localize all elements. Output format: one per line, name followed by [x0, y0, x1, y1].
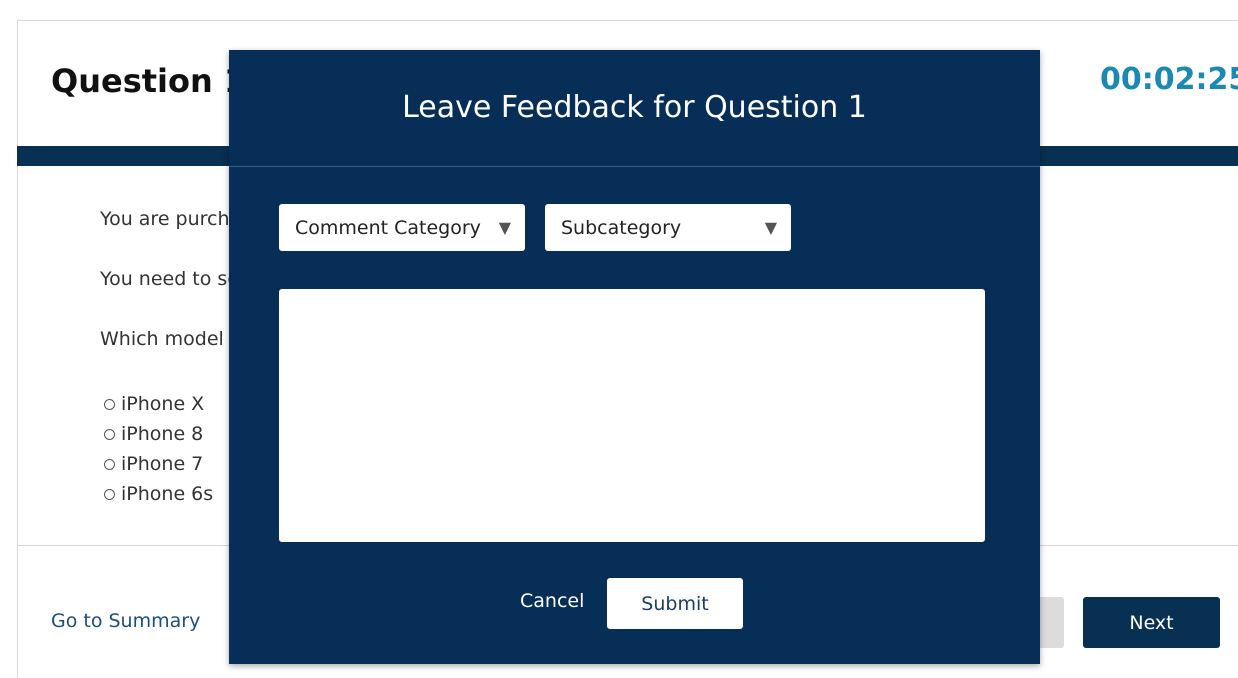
exam-page: Question 1 ng 00:02:25 You are purch You…	[0, 0, 1238, 678]
next-button[interactable]: Next	[1083, 597, 1220, 648]
submit-button[interactable]: Submit	[607, 578, 743, 629]
question-line-1: You are purch	[100, 208, 230, 230]
radio-unchecked-icon[interactable]	[104, 458, 115, 470]
modal-title: Leave Feedback for Question 1	[402, 90, 867, 125]
subcategory-value: Subcategory	[561, 216, 682, 239]
caret-down-icon: ▼	[498, 218, 511, 237]
subcategory-select[interactable]: Subcategory ▼	[545, 204, 791, 251]
question-title: Question 1	[51, 62, 247, 100]
option-label: iPhone X	[121, 393, 205, 415]
radio-unchecked-icon[interactable]	[104, 488, 115, 500]
comment-category-value: Comment Category	[295, 216, 481, 239]
modal-divider	[229, 166, 1040, 167]
answer-options: iPhone X iPhone 8 iPhone 7 iPhone 6s	[104, 389, 213, 509]
timer: 00:02:25	[1100, 62, 1238, 97]
option-iphone-8[interactable]: iPhone 8	[104, 419, 213, 449]
option-label: iPhone 6s	[121, 483, 214, 505]
option-iphone-7[interactable]: iPhone 7	[104, 449, 213, 479]
caret-down-icon: ▼	[764, 218, 777, 237]
option-label: iPhone 7	[121, 453, 204, 475]
feedback-comment-textarea[interactable]	[279, 289, 985, 542]
option-label: iPhone 8	[121, 423, 204, 445]
option-iphone-6s[interactable]: iPhone 6s	[104, 479, 213, 509]
radio-unchecked-icon[interactable]	[104, 398, 115, 410]
option-iphone-x[interactable]: iPhone X	[104, 389, 213, 419]
go-to-summary-link[interactable]: Go to Summary	[51, 610, 200, 632]
comment-category-select[interactable]: Comment Category ▼	[279, 204, 525, 251]
question-line-2: You need to se	[100, 268, 240, 290]
question-line-3: Which model s	[100, 328, 240, 350]
cancel-button[interactable]: Cancel	[520, 590, 584, 612]
radio-unchecked-icon[interactable]	[104, 428, 115, 440]
